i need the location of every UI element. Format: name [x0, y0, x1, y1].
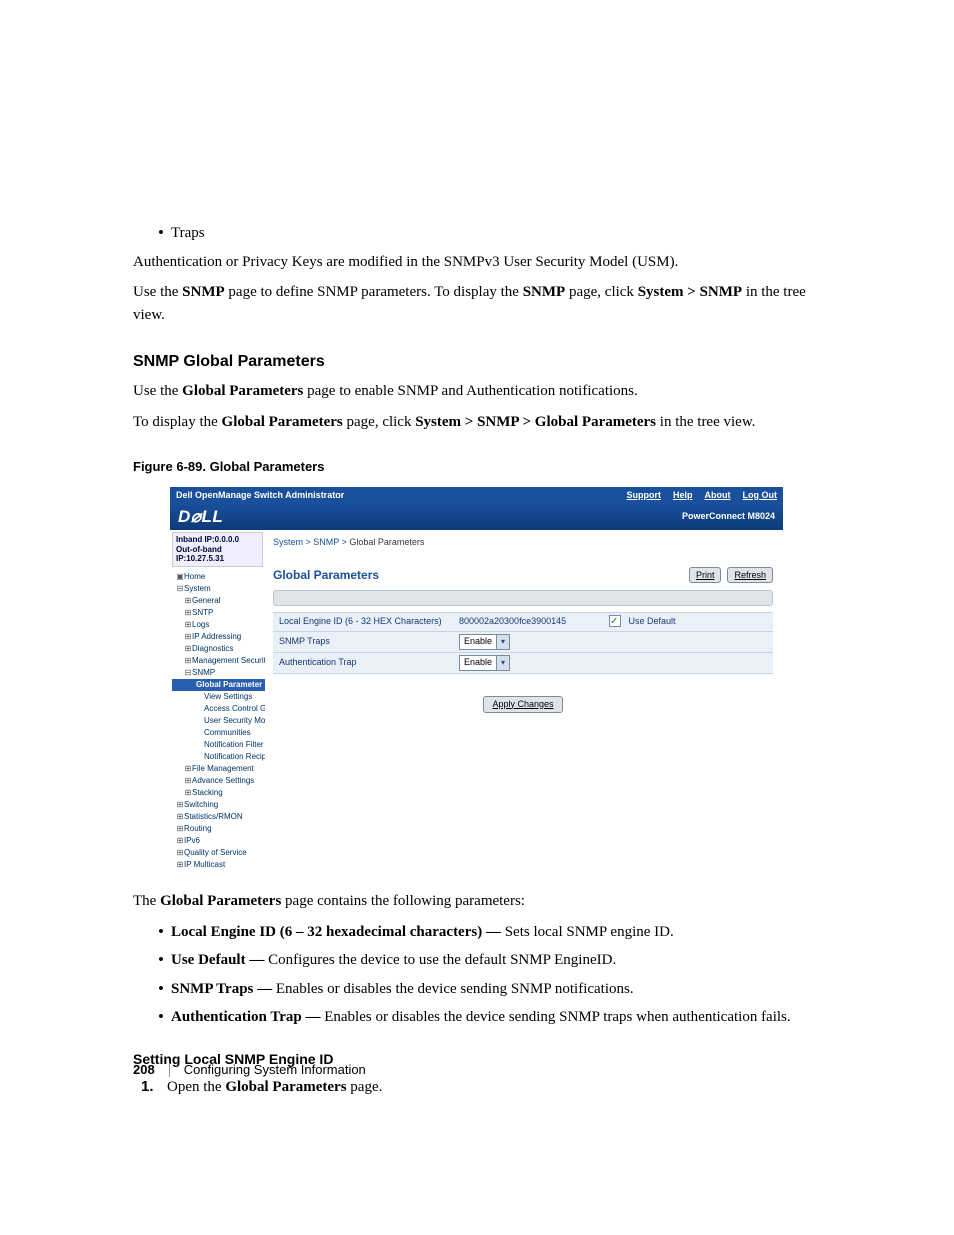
panel-title: Global Parameters	[273, 566, 379, 584]
bullet-dot: •	[151, 978, 171, 1001]
tree-node[interactable]: ⊞IP Multicast	[172, 859, 265, 871]
footer-separator	[169, 1063, 170, 1077]
brand-band: D⌀LL PowerConnect M8024	[170, 504, 783, 530]
use-default-label: Use Default	[629, 616, 676, 626]
tree-node[interactable]: ⊞Switching	[172, 799, 265, 811]
chapter-title: Configuring System Information	[184, 1062, 366, 1077]
nav-tree[interactable]: ▣Home⊟System⊞General⊞SNTP⊞Logs⊞IP Addres…	[170, 571, 265, 873]
window-title: Dell OpenManage Switch Administrator	[176, 489, 344, 503]
tree-node[interactable]: ⊞General	[172, 595, 265, 607]
breadcrumb-item: Global Parameters	[349, 537, 424, 547]
chevron-down-icon: ▾	[496, 656, 509, 670]
bullet-dot: •	[151, 949, 171, 972]
window-titlebar: Dell OpenManage Switch Administrator Sup…	[170, 487, 783, 505]
tree-node[interactable]: Global Parameter	[172, 679, 265, 691]
apply-changes-button[interactable]: Apply Changes	[483, 696, 562, 714]
tree-node[interactable]: ⊞Logs	[172, 619, 265, 631]
page-footer: 208 Configuring System Information	[133, 1062, 366, 1077]
tree-node[interactable]: ⊞Diagnostics	[172, 643, 265, 655]
table-row: Local Engine ID (6 - 32 HEX Characters) …	[273, 612, 773, 631]
breadcrumb-item[interactable]: System	[273, 537, 303, 547]
logout-link[interactable]: Log Out	[743, 489, 778, 503]
screenshot: Dell OpenManage Switch Administrator Sup…	[170, 487, 783, 881]
bullet-item: • SNMP Traps — Enables or disables the d…	[133, 978, 824, 1001]
outofband-ip: Out-of-band IP:10.27.5.31	[176, 545, 259, 564]
tree-node[interactable]: Access Control Gro	[172, 703, 265, 715]
paragraph: Use the SNMP page to define SNMP paramet…	[133, 281, 824, 326]
tree-node[interactable]: Notification Recipien	[172, 751, 265, 763]
ip-box: Inband IP:0.0.0.0 Out-of-band IP:10.27.5…	[172, 532, 263, 567]
tree-node[interactable]: Communities	[172, 727, 265, 739]
breadcrumb-item[interactable]: SNMP	[313, 537, 339, 547]
tree-node[interactable]: ▣Home	[172, 571, 265, 583]
paragraph: The Global Parameters page contains the …	[133, 890, 824, 913]
bullet-item: • Traps	[133, 222, 824, 245]
print-button[interactable]: Print	[689, 567, 722, 583]
tree-node[interactable]: ⊞SNTP	[172, 607, 265, 619]
chevron-down-icon: ▾	[496, 635, 509, 649]
tree-node[interactable]: ⊞IPv6	[172, 835, 265, 847]
ordered-list-item: 1. Open the Global Parameters page.	[133, 1076, 824, 1099]
param-label: SNMP Traps	[273, 631, 453, 652]
auth-trap-select[interactable]: Enable ▾	[459, 655, 510, 671]
engine-id-value: 800002a20300fce3900145	[453, 612, 603, 631]
snmp-traps-select[interactable]: Enable ▾	[459, 634, 510, 650]
dell-logo: D⌀LL	[178, 504, 223, 530]
tree-node[interactable]: ⊞IP Addressing	[172, 631, 265, 643]
paragraph: Use the Global Parameters page to enable…	[133, 380, 824, 403]
param-label: Authentication Trap	[273, 652, 453, 674]
support-link[interactable]: Support	[626, 489, 661, 503]
tree-node[interactable]: ⊟SNMP	[172, 667, 265, 679]
refresh-button[interactable]: Refresh	[727, 567, 773, 583]
help-link[interactable]: Help	[673, 489, 693, 503]
table-row: Authentication Trap Enable ▾	[273, 652, 773, 674]
tree-node[interactable]: ⊞Advance Settings	[172, 775, 265, 787]
tree-node[interactable]: ⊞Statistics/RMON	[172, 811, 265, 823]
bullet-item: • Authentication Trap — Enables or disab…	[133, 1006, 824, 1029]
tree-node[interactable]: ⊞Routing	[172, 823, 265, 835]
parameters-table: Local Engine ID (6 - 32 HEX Characters) …	[273, 612, 773, 674]
content-panel: System > SNMP > Global Parameters Global…	[265, 530, 783, 880]
step-number: 1.	[141, 1076, 167, 1099]
tree-node[interactable]: User Security Mode	[172, 715, 265, 727]
bullet-dot: •	[151, 222, 171, 245]
nav-sidebar: Inband IP:0.0.0.0 Out-of-band IP:10.27.5…	[170, 530, 265, 880]
bullet-item: • Use Default — Configures the device to…	[133, 949, 824, 972]
tree-node[interactable]: View Settings	[172, 691, 265, 703]
bullet-item: • Local Engine ID (6 – 32 hexadecimal ch…	[133, 921, 824, 944]
tree-node[interactable]: ⊞File Management	[172, 763, 265, 775]
table-row: SNMP Traps Enable ▾	[273, 631, 773, 652]
figure-caption: Figure 6-89. Global Parameters	[133, 457, 824, 477]
param-label: Local Engine ID (6 - 32 HEX Characters)	[273, 612, 453, 631]
panel-band	[273, 590, 773, 606]
bullet-dot: •	[151, 921, 171, 944]
tree-node[interactable]: ⊟System	[172, 583, 265, 595]
section-heading: SNMP Global Parameters	[133, 350, 824, 374]
tree-node[interactable]: Notification Filter	[172, 739, 265, 751]
tree-node[interactable]: ⊞Stacking	[172, 787, 265, 799]
paragraph: To display the Global Parameters page, c…	[133, 411, 824, 434]
paragraph: Authentication or Privacy Keys are modif…	[133, 251, 824, 274]
product-name: PowerConnect M8024	[682, 510, 775, 524]
tree-node[interactable]: ⊞Quality of Service	[172, 847, 265, 859]
tree-node[interactable]: ⊞Management Security	[172, 655, 265, 667]
bullet-text: Traps	[171, 222, 824, 245]
page-number: 208	[133, 1062, 155, 1077]
titlebar-links: Support Help About Log Out	[626, 489, 777, 503]
breadcrumb: System > SNMP > Global Parameters	[273, 536, 773, 550]
use-default-checkbox[interactable]	[609, 615, 621, 627]
about-link[interactable]: About	[705, 489, 731, 503]
bullet-dot: •	[151, 1006, 171, 1029]
inband-ip: Inband IP:0.0.0.0	[176, 535, 259, 545]
